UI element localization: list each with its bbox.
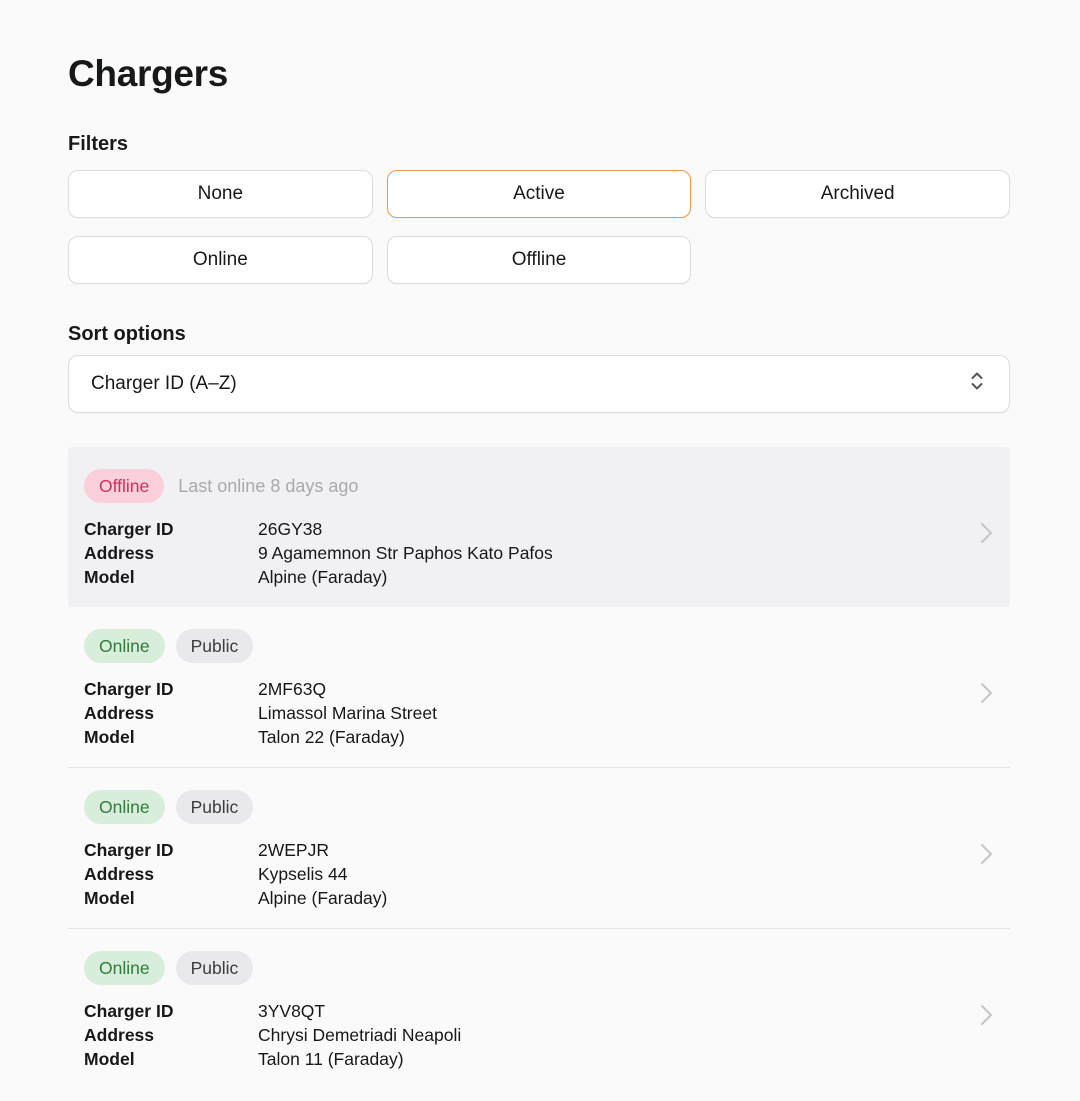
chevron-right-icon	[974, 1001, 998, 1034]
badge-row: Online Public	[84, 629, 994, 663]
filter-button-active[interactable]: Active	[387, 170, 692, 218]
filter-button-label: Online	[193, 249, 248, 271]
sort-options-label: Sort options	[68, 322, 1010, 346]
filter-button-label: None	[198, 183, 243, 205]
status-badge: Offline	[84, 469, 164, 503]
chevron-right-icon	[974, 840, 998, 873]
address-value: 9 Agamemnon Str Paphos Kato Pafos	[258, 541, 994, 565]
charger-id-label: Charger ID	[84, 999, 258, 1023]
charger-list: Offline Last online 8 days ago Charger I…	[68, 447, 1010, 1089]
filter-button-label: Active	[513, 183, 565, 205]
charger-id-value: 2WEPJR	[258, 838, 994, 862]
model-label: Model	[84, 1047, 258, 1071]
charger-card[interactable]: Online Public Charger ID 2WEPJR Address …	[68, 767, 1010, 928]
address-label: Address	[84, 541, 258, 565]
filter-button-label: Archived	[821, 183, 895, 205]
model-label: Model	[84, 565, 258, 589]
chevron-right-icon	[974, 519, 998, 552]
filter-button-archived[interactable]: Archived	[705, 170, 1010, 218]
status-badge: Online	[84, 790, 165, 824]
model-value: Talon 11 (Faraday)	[258, 1047, 994, 1071]
badge-row: Offline Last online 8 days ago	[84, 469, 994, 503]
charger-id-value: 2MF63Q	[258, 677, 994, 701]
filter-button-label: Offline	[512, 249, 567, 271]
status-badge: Online	[84, 951, 165, 985]
status-badge: Online	[84, 629, 165, 663]
detail-rows: Charger ID 26GY38 Address 9 Agamemnon St…	[84, 517, 994, 589]
filters-label: Filters	[68, 132, 1010, 156]
charger-card[interactable]: Offline Last online 8 days ago Charger I…	[68, 447, 1010, 607]
charger-id-value: 26GY38	[258, 517, 994, 541]
page-title: Chargers	[68, 52, 1010, 96]
address-value: Limassol Marina Street	[258, 701, 994, 725]
model-label: Model	[84, 886, 258, 910]
detail-rows: Charger ID 3YV8QT Address Chrysi Demetri…	[84, 999, 994, 1071]
select-updown-icon	[967, 369, 987, 399]
last-online-note: Last online 8 days ago	[178, 476, 358, 497]
address-value: Kypselis 44	[258, 862, 994, 886]
filter-button-none[interactable]: None	[68, 170, 373, 218]
charger-id-label: Charger ID	[84, 517, 258, 541]
badge-row: Online Public	[84, 951, 994, 985]
charger-id-value: 3YV8QT	[258, 999, 994, 1023]
visibility-badge: Public	[176, 951, 254, 985]
chevron-right-icon	[974, 679, 998, 712]
detail-rows: Charger ID 2WEPJR Address Kypselis 44 Mo…	[84, 838, 994, 910]
address-value: Chrysi Demetriadi Neapoli	[258, 1023, 994, 1047]
sort-select-value: Charger ID (A–Z)	[91, 373, 237, 395]
chargers-page: Chargers Filters None Active Archived On…	[0, 52, 1080, 1089]
charger-card[interactable]: Online Public Charger ID 3YV8QT Address …	[68, 928, 1010, 1089]
model-value: Alpine (Faraday)	[258, 565, 994, 589]
badge-row: Online Public	[84, 790, 994, 824]
charger-id-label: Charger ID	[84, 838, 258, 862]
address-label: Address	[84, 862, 258, 886]
filter-button-offline[interactable]: Offline	[387, 236, 692, 284]
visibility-badge: Public	[176, 629, 254, 663]
visibility-badge: Public	[176, 790, 254, 824]
address-label: Address	[84, 701, 258, 725]
charger-card[interactable]: Online Public Charger ID 2MF63Q Address …	[68, 607, 1010, 767]
model-value: Talon 22 (Faraday)	[258, 725, 994, 749]
filter-button-online[interactable]: Online	[68, 236, 373, 284]
model-value: Alpine (Faraday)	[258, 886, 994, 910]
sort-select[interactable]: Charger ID (A–Z)	[68, 355, 1010, 413]
address-label: Address	[84, 1023, 258, 1047]
model-label: Model	[84, 725, 258, 749]
filter-buttons: None Active Archived Online Offline	[68, 170, 1010, 284]
charger-id-label: Charger ID	[84, 677, 258, 701]
detail-rows: Charger ID 2MF63Q Address Limassol Marin…	[84, 677, 994, 749]
